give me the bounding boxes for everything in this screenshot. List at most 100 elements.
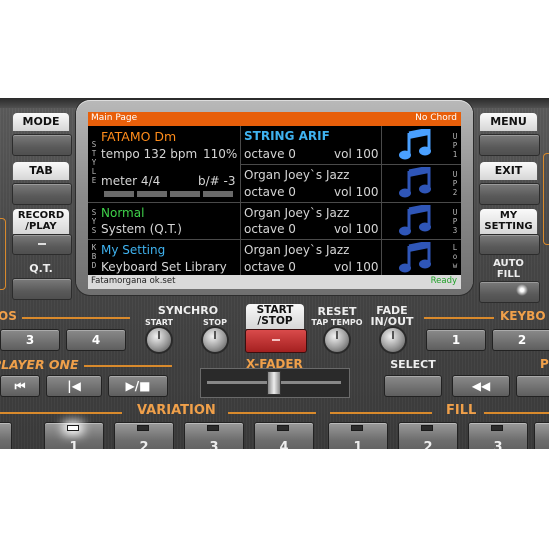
right-edge-bracket [543, 153, 549, 245]
style-name[interactable]: FATAMO Dm [101, 129, 176, 144]
up1-sound-name[interactable]: STRING ARIF [244, 129, 330, 143]
music-note-icon[interactable] [399, 167, 433, 199]
rewind-button[interactable]: ◀◀ [452, 375, 510, 397]
beat-indicator [137, 191, 167, 197]
grid-line [88, 239, 461, 240]
variation-1-led [67, 425, 79, 431]
sys-side-label: SYS [91, 208, 97, 235]
player-rewind-button[interactable]: |◀ [46, 375, 102, 397]
orange-divider [330, 412, 432, 414]
page-title: Main Page [91, 113, 138, 123]
variation-4-led [277, 425, 289, 431]
keyboard-2-button[interactable]: 2 [492, 329, 549, 351]
play-button[interactable] [516, 375, 549, 397]
orange-divider [0, 412, 122, 414]
low-sound-name[interactable]: Organ Joey`s Jazz [244, 243, 349, 257]
reset-label: RESET [317, 305, 357, 318]
variation-button-prev[interactable] [0, 422, 12, 449]
variation-label: VARIATION [137, 403, 216, 418]
synchro-stop-knob[interactable] [203, 328, 227, 352]
led-glow-icon [516, 284, 528, 296]
fill-2-led [421, 425, 433, 431]
exit-label: EXIT [480, 162, 537, 180]
stop-label: STOP [203, 318, 227, 327]
fill-3-number: 3 [493, 440, 503, 449]
low-octave: octave 0 [244, 260, 296, 274]
up1-volume: vol 100 [334, 147, 379, 161]
select-label: SELECT [390, 358, 436, 371]
beat-indicator [203, 191, 233, 197]
keyboard-1-button[interactable]: 1 [426, 329, 486, 351]
record-play-label: RECORD /PLAY [13, 209, 69, 234]
reset-tap-knob[interactable] [325, 328, 349, 352]
chord-status: No Chord [415, 113, 457, 123]
setting-name[interactable]: My Setting [101, 243, 165, 257]
start-stop-button[interactable] [245, 329, 307, 353]
auto-fill-button-cap[interactable] [479, 281, 540, 303]
variation-2-led [137, 425, 149, 431]
synchro-label: SYNCHRO [157, 304, 219, 317]
variation-3-number: 3 [209, 440, 219, 449]
fade-knob[interactable] [381, 328, 405, 352]
up1-side-label: UP1 [452, 132, 458, 159]
fill-label: FILL [446, 403, 477, 418]
variation-2-number: 2 [139, 440, 149, 449]
tab-label: TAB [13, 162, 69, 180]
beat-indicator [104, 191, 134, 197]
orange-divider [84, 365, 172, 367]
start-stop-label: START /STOP [246, 304, 304, 329]
fade-label: FADE IN/OUT [370, 304, 414, 328]
bank-3-button[interactable]: 3 [0, 329, 60, 351]
orange-divider [228, 412, 316, 414]
orange-divider [484, 412, 549, 414]
keyboard-panel: MODE TAB RECORD /PLAY Q.T. MENU EXIT MY … [0, 98, 549, 449]
menu-button-cap[interactable] [479, 134, 540, 156]
mode-button-cap[interactable] [12, 134, 72, 156]
music-note-icon[interactable] [399, 242, 433, 274]
up2-sound-name[interactable]: Organ Joey`s Jazz [244, 168, 349, 182]
up1-octave: octave 0 [244, 147, 296, 161]
ready-status: Ready [430, 276, 457, 286]
auto-fill-label: AUTO FILL [493, 258, 524, 280]
record-play-button-cap[interactable] [12, 234, 72, 255]
up3-octave: octave 0 [244, 222, 296, 236]
fill-3-led [491, 425, 503, 431]
grid-line [240, 164, 461, 165]
lcd-title-bar: Main Page No Chord [88, 112, 461, 126]
player-prev-button[interactable]: ⏮ [0, 375, 40, 397]
up2-side-label: UP2 [452, 170, 458, 197]
variation-3-led [207, 425, 219, 431]
music-note-icon[interactable] [399, 205, 433, 237]
exit-button-cap[interactable] [479, 183, 540, 205]
up3-volume: vol 100 [334, 222, 379, 236]
x-fader-handle[interactable] [267, 371, 281, 395]
player-play-stop-button[interactable]: ▶/■ [108, 375, 168, 397]
fill-1-number: 1 [353, 440, 363, 449]
low-volume: vol 100 [334, 260, 379, 274]
up2-volume: vol 100 [334, 185, 379, 199]
system-name[interactable]: Normal [101, 206, 144, 220]
up2-octave: octave 0 [244, 185, 296, 199]
fill-button-next[interactable] [534, 422, 549, 449]
fill-1-led [351, 425, 363, 431]
music-note-icon[interactable] [399, 129, 433, 161]
variation-4-number: 4 [279, 440, 289, 449]
my-setting-button-cap[interactable] [479, 234, 540, 255]
qt-button-cap[interactable] [12, 278, 72, 300]
x-fader[interactable] [200, 368, 350, 398]
synchro-start-knob[interactable] [147, 328, 171, 352]
grid-line [88, 202, 461, 203]
select-button[interactable] [384, 375, 442, 397]
bank-4-button[interactable]: 4 [66, 329, 126, 351]
tempo-value[interactable]: tempo 132 bpm [101, 147, 197, 161]
tempo-percent: 110% [203, 147, 238, 161]
grid-line [381, 126, 382, 275]
tab-button-cap[interactable] [12, 183, 72, 205]
transpose-value: b/# -3 [198, 174, 236, 188]
my-setting-label: MY SETTING [480, 209, 537, 234]
player-one-label: PLAYER ONE [0, 357, 79, 372]
system-sub: System (Q.T.) [101, 222, 182, 236]
file-name: Fatamorgana ok.set [91, 276, 176, 286]
up3-sound-name[interactable]: Organ Joey`s Jazz [244, 206, 349, 220]
meter-value: meter 4/4 [101, 174, 161, 188]
